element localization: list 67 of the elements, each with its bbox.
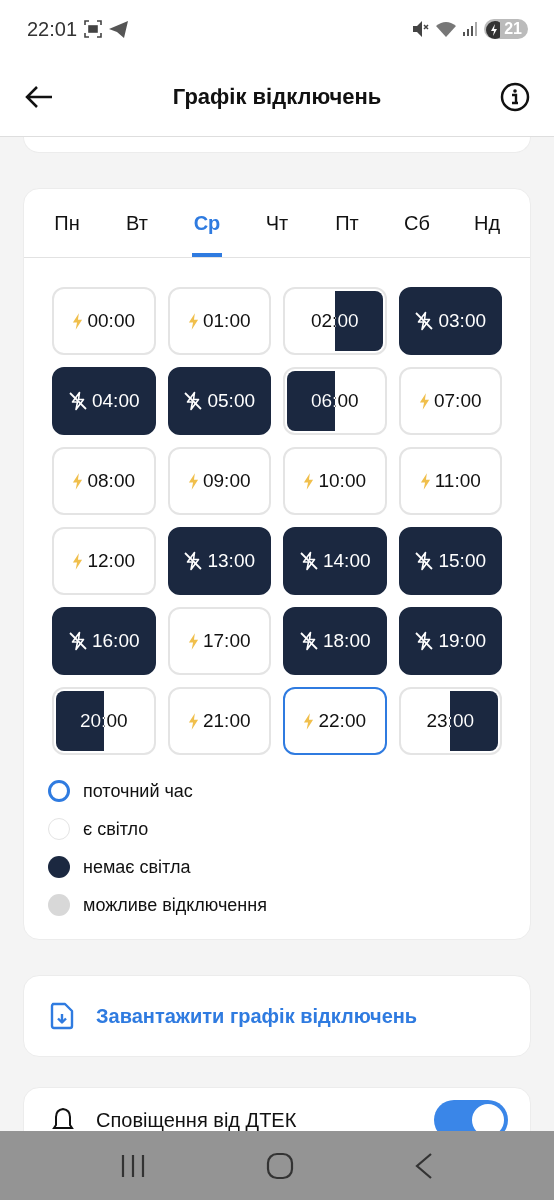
hour-time: 04:00 [91,390,140,412]
hour-time: 12:00 [87,550,135,572]
hour-time: 18:00 [322,630,371,652]
info-button[interactable] [500,82,530,112]
legend-label: немає світла [83,856,191,878]
day-tab[interactable]: Пт [312,189,382,257]
wifi-icon [436,21,457,37]
hour-time: 11:00 [434,470,481,492]
no-power-icon [67,631,88,651]
hour-time: 00:00 [87,310,135,332]
mute-icon [413,20,430,38]
no-power-icon [298,551,319,571]
hour-time: 17:00 [202,630,251,652]
hour-time: 13:00 [207,550,255,572]
legend-label: поточний час [83,780,193,802]
day-tab[interactable]: Чт [242,189,312,257]
hour-time: 19:00 [438,630,486,652]
lightning-icon [72,312,84,330]
lightning-icon [418,392,430,410]
screenshot-icon [84,20,103,38]
notification-label: Сповіщення від ДТЕК [96,1109,297,1132]
hour-time: 16:00 [91,630,140,652]
screen-title: Графік відключень [171,84,383,110]
hour-time: 03:00 [438,310,486,332]
hour-time: 01:00 [202,310,251,332]
clock-time: 22:01 [27,17,78,41]
lightning-icon [72,552,84,570]
lightning-icon [187,472,199,490]
lightning-icon [303,712,315,730]
notification-toggle[interactable] [434,1100,508,1131]
hour-time: 07:00 [433,390,482,412]
day-tab[interactable]: Нд [452,189,522,257]
hour-time: 22:00 [318,710,366,732]
hour-time: 09:00 [202,470,251,492]
lightning-icon [303,472,315,490]
battery-indicator: 21 [484,19,528,39]
no-power-icon [414,551,435,571]
legend-label: є світло [83,818,149,840]
no-power-icon [183,551,204,571]
hour-time: 14:00 [322,550,371,572]
home-button[interactable] [266,1151,294,1180]
lightning-icon [187,312,199,330]
lightning-icon [187,632,199,650]
day-tab[interactable]: Сб [382,189,452,257]
lightning-icon [187,712,199,730]
send-icon [109,20,129,38]
no-power-icon [298,631,319,651]
lightning-icon [419,472,431,490]
hour-time: 15:00 [438,550,486,572]
lightning-icon [72,472,84,490]
no-power-icon [414,631,435,651]
hour-time: 05:00 [207,390,255,412]
day-tab[interactable]: Пн [32,189,102,257]
no-power-icon [414,311,435,331]
legend-label: можливе відключення [83,894,267,916]
no-power-icon [67,391,88,411]
hour-time: 08:00 [87,470,135,492]
day-tab[interactable]: Вт [102,189,172,257]
back-nav-button[interactable] [414,1151,434,1180]
recent-apps-button[interactable] [120,1152,146,1179]
hour-time: 21:00 [202,710,251,732]
signal-icon [463,22,478,36]
file-download-icon [50,1002,74,1030]
no-power-icon [183,391,204,411]
hour-time: 10:00 [318,470,366,492]
back-button[interactable] [24,85,54,109]
download-schedule-link[interactable]: Завантажити графік відключень [24,976,530,1056]
